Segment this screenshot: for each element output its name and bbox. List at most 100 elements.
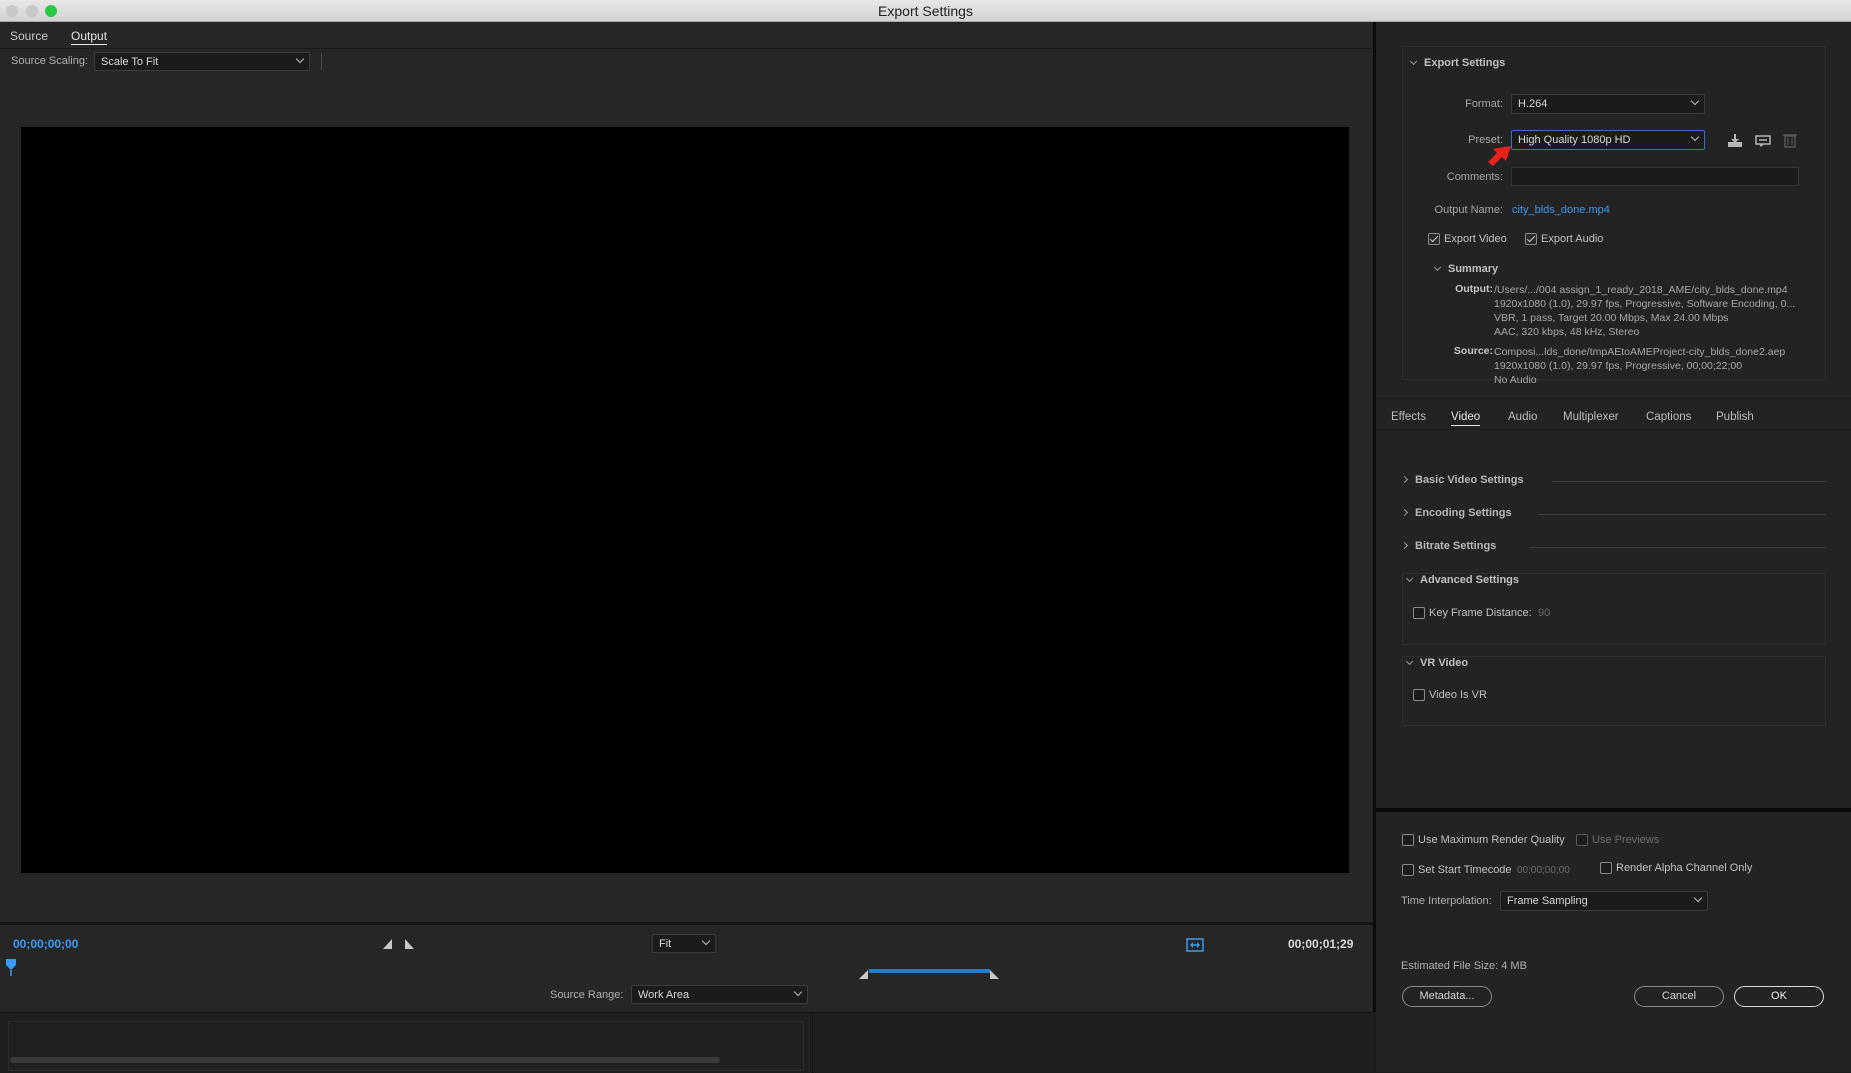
settings-panel: Export Settings Format: H.264 Preset: Hi… — [1376, 22, 1851, 1072]
use-previews-label: Use Previews — [1592, 834, 1660, 846]
source-scaling-value: Scale To Fit — [101, 56, 159, 68]
use-previews-checkbox[interactable] — [1576, 834, 1588, 846]
export-settings-section: Export Settings Format: H.264 Preset: Hi… — [1402, 46, 1826, 386]
import-preset-icon[interactable] — [1755, 133, 1771, 148]
zoom-value: Fit — [659, 938, 672, 950]
vr-video-section: VR Video Video Is VR — [1402, 656, 1826, 726]
window-titlebar: Export Settings — [0, 0, 1851, 22]
comments-label: Comments: — [1446, 171, 1503, 183]
source-range-label: Source Range: — [550, 989, 624, 1001]
chevron-down-icon — [1690, 96, 1700, 106]
tab-video[interactable]: Video — [1451, 411, 1481, 426]
chevron-down-icon — [701, 936, 711, 946]
time-interpolation-dropdown[interactable]: Frame Sampling — [1500, 891, 1708, 911]
chevron-right-icon — [1400, 475, 1409, 484]
chevron-right-icon — [1400, 508, 1409, 517]
tab-source[interactable]: Source — [10, 29, 48, 43]
cancel-button[interactable]: Cancel — [1634, 986, 1724, 1007]
save-preset-icon[interactable] — [1727, 133, 1743, 148]
source-scaling-dropdown[interactable]: Scale To Fit — [94, 52, 310, 71]
panel-divider — [812, 1013, 813, 1073]
summary-output-label: Output: — [1455, 283, 1493, 295]
playhead-icon[interactable] — [5, 958, 17, 976]
export-audio-label: Export Audio — [1541, 233, 1604, 245]
video-preview — [21, 127, 1349, 873]
work-area-end-handle[interactable] — [990, 970, 1000, 980]
preview-area — [0, 77, 1373, 942]
chevron-down-icon — [1409, 57, 1418, 66]
current-timecode[interactable]: 00;00;00;00 — [13, 937, 78, 951]
basic-video-settings-header[interactable]: Basic Video Settings — [1400, 474, 1826, 486]
advanced-settings-header[interactable]: Advanced Settings — [1405, 574, 1519, 586]
time-interpolation-value: Frame Sampling — [1507, 895, 1588, 907]
time-interpolation-label: Time Interpolation: — [1401, 895, 1492, 907]
format-dropdown[interactable]: H.264 — [1511, 94, 1705, 114]
max-render-quality-checkbox[interactable] — [1402, 834, 1414, 846]
preset-value: High Quality 1080p HD — [1518, 134, 1631, 146]
chevron-down-icon — [1405, 574, 1414, 583]
render-alpha-only-checkbox[interactable] — [1600, 862, 1612, 874]
delete-preset-icon[interactable] — [1783, 132, 1797, 148]
comments-field[interactable] — [1511, 167, 1799, 186]
window-title: Export Settings — [878, 3, 973, 19]
vr-video-header[interactable]: VR Video — [1405, 657, 1468, 669]
source-output-tabs: Source Output — [0, 22, 1373, 49]
export-video-label: Export Video — [1444, 233, 1507, 245]
advanced-settings-section: Advanced Settings Key Frame Distance: 90 — [1402, 573, 1826, 645]
chevron-down-icon — [1433, 263, 1442, 272]
export-settings-header[interactable]: Export Settings — [1409, 57, 1505, 69]
summary-source-label: Source: — [1453, 345, 1493, 357]
tab-publish[interactable]: Publish — [1716, 411, 1754, 423]
panel-divider — [1376, 808, 1851, 812]
zoom-dropdown[interactable]: Fit — [652, 934, 716, 953]
chevron-down-icon — [793, 987, 803, 997]
output-name-link[interactable]: city_blds_done.mp4 — [1512, 204, 1610, 216]
output-name-label: Output Name: — [1434, 204, 1503, 216]
video-is-vr-checkbox[interactable] — [1413, 689, 1425, 701]
fit-frame-icon[interactable] — [1186, 937, 1204, 953]
settings-tabs: Effects Video Audio Multiplexer Captions… — [1376, 398, 1851, 430]
queue-list — [8, 1021, 804, 1071]
max-render-quality-label: Use Maximum Render Quality — [1418, 834, 1565, 846]
tab-effects[interactable]: Effects — [1391, 411, 1426, 423]
estimated-file-size: Estimated File Size: 4 MB — [1401, 960, 1527, 972]
video-is-vr-label: Video Is VR — [1429, 689, 1487, 701]
start-timecode-value[interactable]: 00;00;00;00 — [1517, 865, 1570, 876]
chevron-down-icon — [295, 54, 305, 64]
summary-header[interactable]: Summary — [1433, 263, 1498, 275]
work-area-bar[interactable] — [869, 969, 990, 973]
key-frame-distance-label: Key Frame Distance: — [1429, 607, 1532, 619]
horizontal-scrollbar[interactable] — [10, 1057, 720, 1063]
bottom-queue-panel — [0, 1012, 1373, 1073]
key-frame-distance-checkbox[interactable] — [1413, 607, 1425, 619]
source-range-dropdown[interactable]: Work Area — [631, 985, 808, 1004]
set-start-timecode-checkbox[interactable] — [1402, 864, 1414, 876]
tab-output[interactable]: Output — [71, 29, 108, 45]
mark-in-icon[interactable] — [382, 938, 394, 950]
bitrate-settings-header[interactable]: Bitrate Settings — [1400, 540, 1826, 552]
tab-multiplexer[interactable]: Multiplexer — [1563, 411, 1619, 423]
tab-audio[interactable]: Audio — [1508, 411, 1537, 423]
format-value: H.264 — [1518, 98, 1548, 110]
set-start-timecode-label: Set Start Timecode — [1418, 864, 1512, 876]
preset-dropdown[interactable]: High Quality 1080p HD — [1511, 130, 1705, 150]
metadata-button[interactable]: Metadata... — [1402, 986, 1492, 1007]
source-scaling-label: Source Scaling: — [11, 55, 89, 67]
chevron-down-icon — [1690, 132, 1700, 142]
tab-captions[interactable]: Captions — [1646, 411, 1691, 423]
mark-out-icon[interactable] — [404, 938, 416, 950]
ok-button[interactable]: OK — [1734, 986, 1824, 1007]
preview-panel: Source Output Source Scaling: Scale To F… — [0, 22, 1373, 1073]
export-audio-checkbox[interactable] — [1525, 233, 1537, 245]
render-alpha-only-label: Render Alpha Channel Only — [1616, 862, 1753, 874]
export-video-checkbox[interactable] — [1428, 233, 1440, 245]
chevron-right-icon — [1400, 541, 1409, 550]
annotation-arrow-icon — [1488, 146, 1511, 166]
key-frame-distance-value[interactable]: 90 — [1538, 607, 1550, 619]
work-area-start-handle[interactable] — [859, 970, 869, 980]
summary-output-text: /Users/.../004 assign_1_ready_2018_AME/c… — [1494, 284, 1796, 338]
format-label: Format: — [1465, 98, 1503, 110]
summary-source-text: Composi...lds_done/tmpAEtoAMEProject-cit… — [1494, 346, 1786, 386]
encoding-settings-header[interactable]: Encoding Settings — [1400, 507, 1826, 519]
chevron-down-icon — [1693, 893, 1703, 903]
